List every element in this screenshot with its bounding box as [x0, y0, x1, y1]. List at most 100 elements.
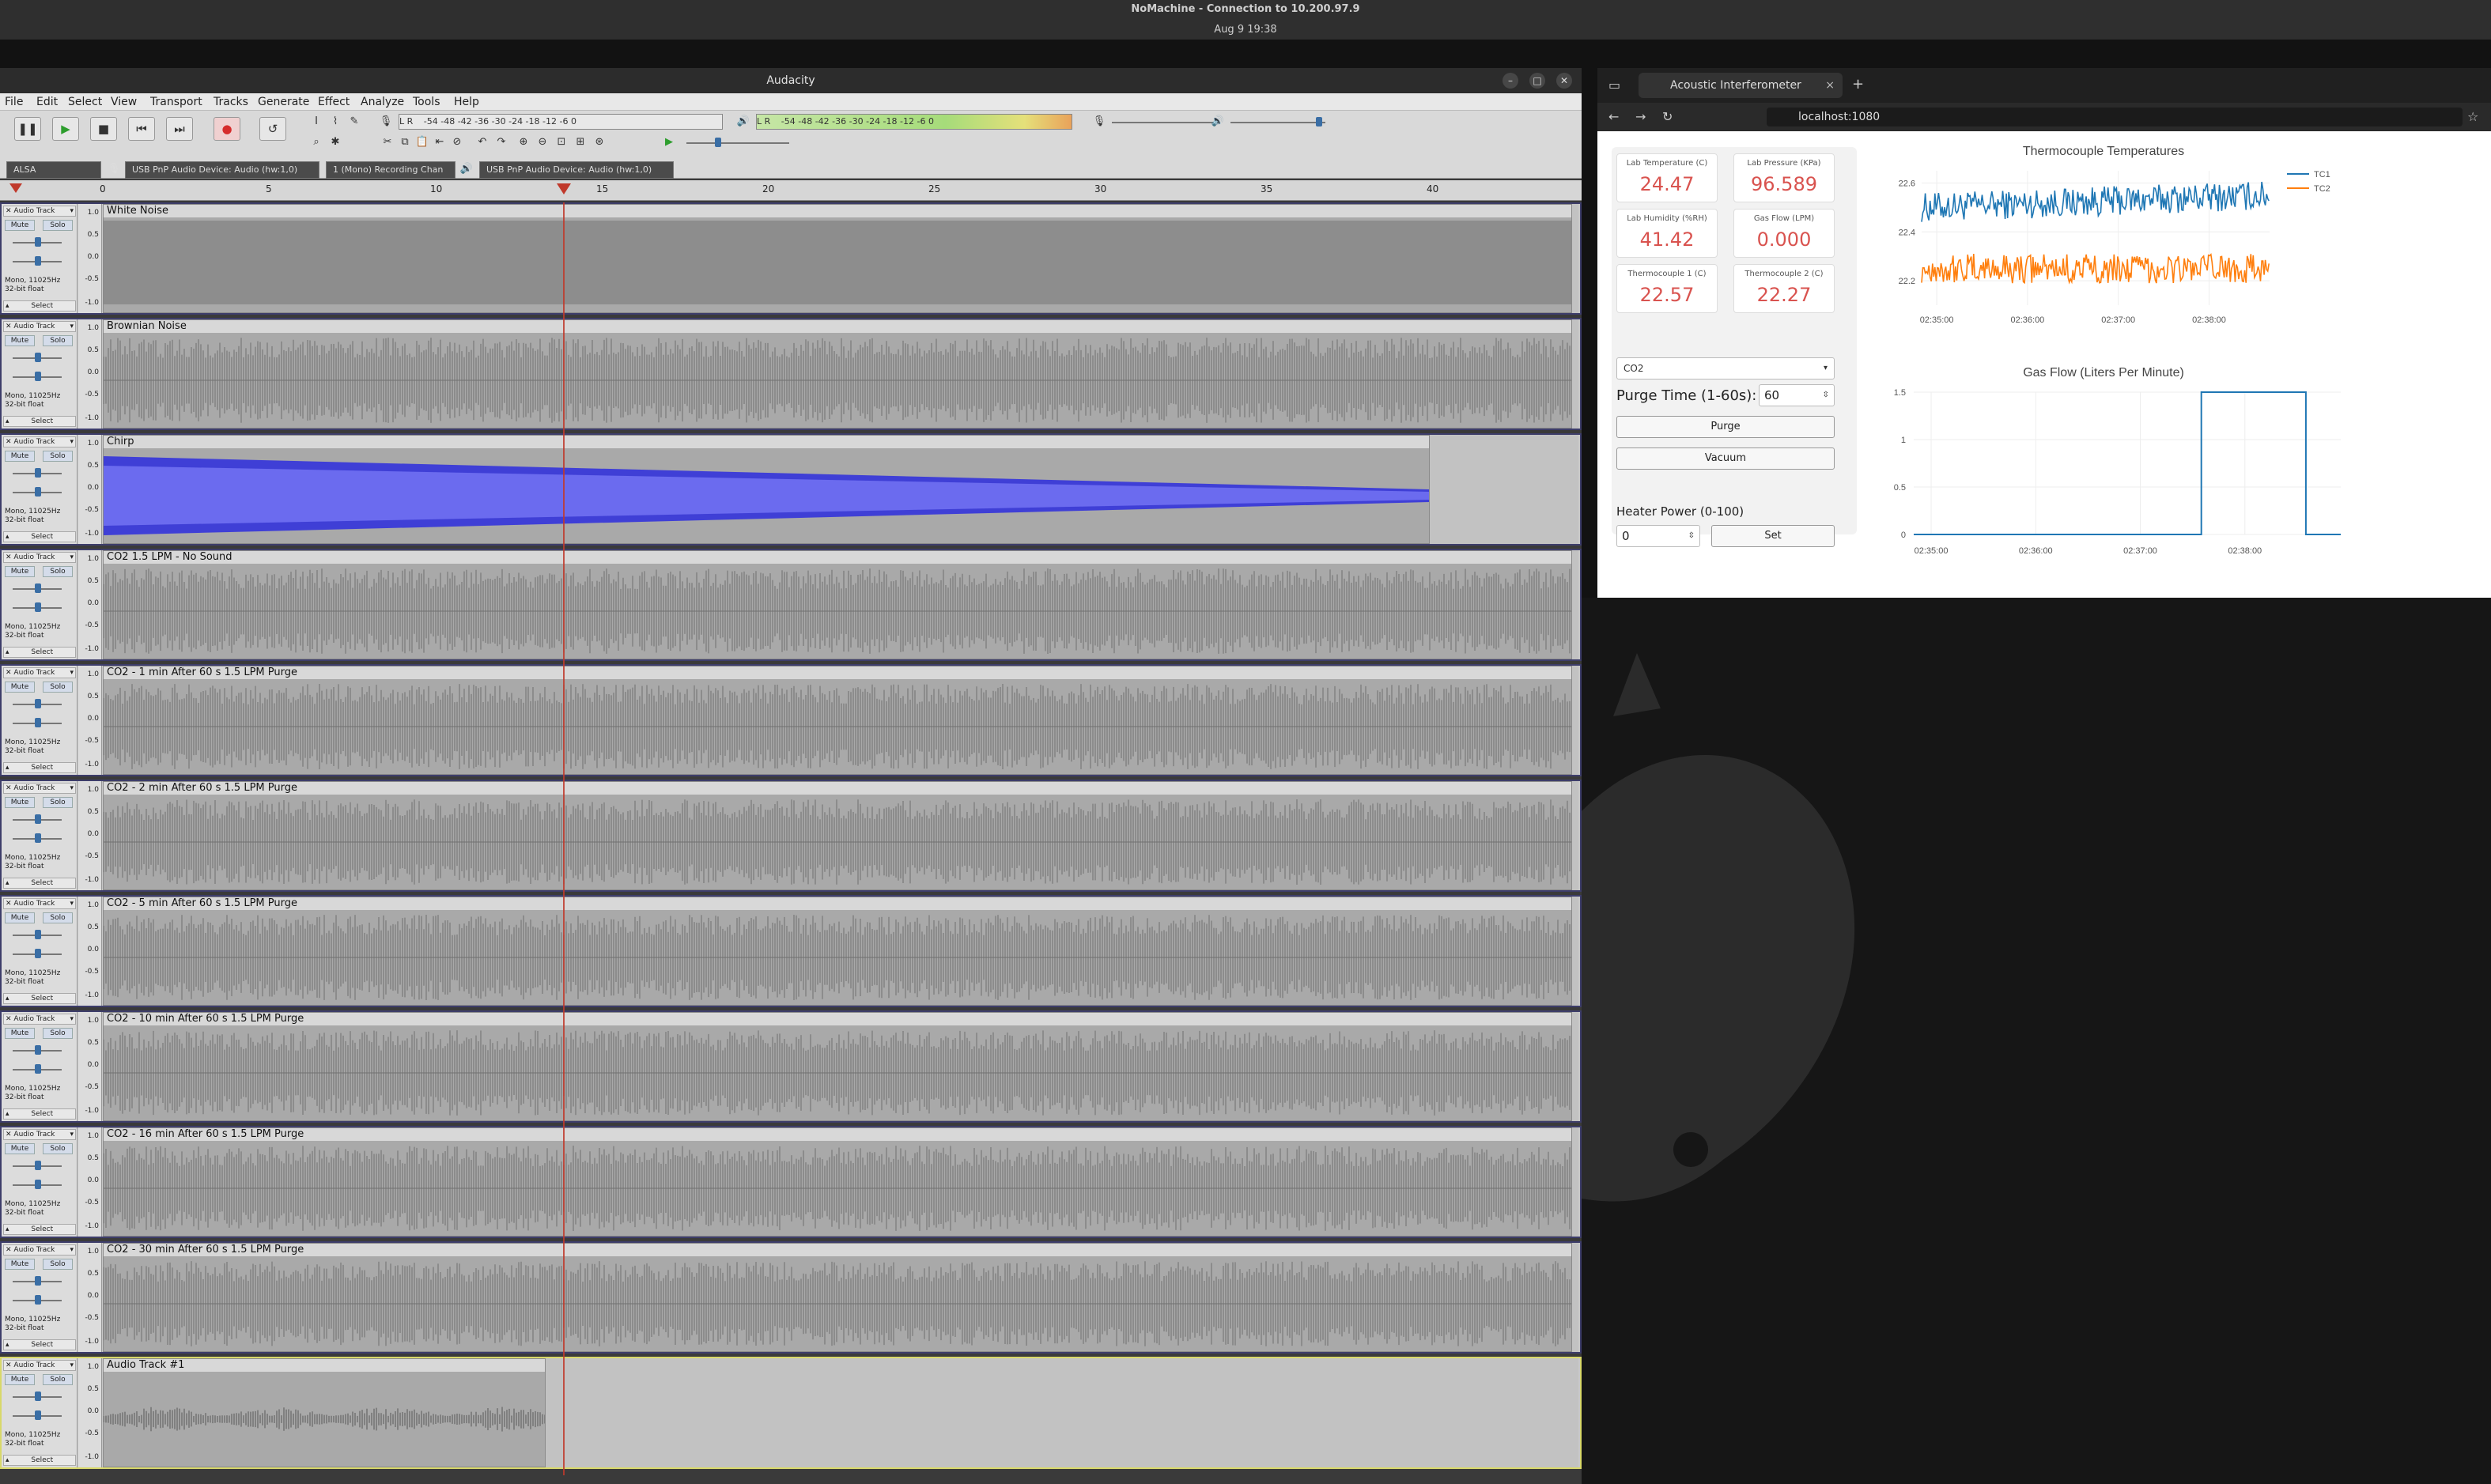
solo-button[interactable]: Solo [43, 1259, 73, 1270]
gain-knob[interactable] [35, 1276, 41, 1286]
close-icon[interactable]: ✕ [6, 323, 13, 330]
tab-close-icon[interactable]: × [1825, 73, 1835, 98]
record-button[interactable]: ● [214, 117, 240, 141]
close-icon[interactable]: ✕ [6, 207, 13, 215]
spinner-icon[interactable]: ⇳ [1688, 526, 1695, 546]
pan-knob[interactable] [35, 1410, 41, 1420]
track-menu-button[interactable]: ✕ Audio Track ▾ [3, 1360, 76, 1371]
zoom-out-icon[interactable]: ⊖ [535, 134, 550, 150]
playback-volume-knob[interactable] [1316, 117, 1322, 126]
track-menu-button[interactable]: ✕ Audio Track ▾ [3, 1244, 76, 1256]
zoom-in-icon[interactable]: ⊕ [516, 134, 531, 150]
menu-edit[interactable]: Edit [36, 96, 58, 108]
collapse-icon[interactable]: ▴ [6, 648, 9, 657]
pan-knob[interactable] [35, 1064, 41, 1074]
gain-knob[interactable] [35, 1161, 41, 1170]
collapse-icon[interactable]: ▴ [6, 878, 9, 888]
play-at-speed-knob[interactable] [715, 138, 721, 147]
menu-effect[interactable]: Effect [318, 96, 350, 108]
gas-select[interactable]: CO2 ▾ [1616, 357, 1835, 379]
close-icon[interactable]: ✕ [6, 553, 13, 561]
recording-volume-slider[interactable] [1112, 122, 1215, 123]
audio-track[interactable]: ✕ Audio Track ▾ Mute Solo Mono, 11025Hz 32-b… [0, 1126, 1582, 1238]
amplitude-scale[interactable]: 1.0 0.5 0.0 -0.5 -1.0 [78, 435, 102, 544]
close-icon[interactable]: ✕ [6, 1131, 13, 1138]
menu-help[interactable]: Help [454, 96, 479, 108]
pan-knob[interactable] [35, 1180, 41, 1189]
amplitude-scale[interactable]: 1.0 0.5 0.0 -0.5 -1.0 [78, 666, 102, 775]
audio-clip[interactable]: CO2 - 1 min After 60 s 1.5 LPM Purge [103, 666, 1572, 775]
pan-knob[interactable] [35, 487, 41, 497]
track-select-button[interactable]: ▴ Select [3, 647, 76, 658]
gain-knob[interactable] [35, 237, 41, 247]
zoom-toggle-icon[interactable]: ⊛ [592, 134, 607, 150]
waveform-area[interactable]: CO2 1.5 LPM - No Sound [103, 550, 1578, 659]
pan-knob[interactable] [35, 833, 41, 843]
multi-tool-icon[interactable]: ✱ [327, 134, 343, 150]
solo-button[interactable]: Solo [43, 797, 73, 808]
track-menu-button[interactable]: ✕ Audio Track ▾ [3, 898, 76, 909]
collapse-icon[interactable]: ▴ [6, 1109, 9, 1119]
collapse-icon[interactable]: ▴ [6, 532, 9, 542]
playhead-marker-icon[interactable] [557, 183, 571, 194]
skip-to-start-button[interactable]: ⏮ [128, 117, 155, 141]
amplitude-scale[interactable]: 1.0 0.5 0.0 -0.5 -1.0 [78, 319, 102, 429]
clip-name[interactable]: CO2 - 30 min After 60 s 1.5 LPM Purge [104, 1244, 1571, 1256]
playback-device-select[interactable]: USB PnP Audio Device: Audio (hw:1,0) [479, 161, 674, 179]
menu-tools[interactable]: Tools [413, 96, 440, 108]
track-select-button[interactable]: ▴ Select [3, 300, 76, 312]
gain-knob[interactable] [35, 468, 41, 478]
paste-icon[interactable]: 📋 [414, 134, 430, 150]
selection-tool-icon[interactable]: I [308, 114, 324, 130]
purge-button[interactable]: Purge [1616, 416, 1835, 438]
waveform-area[interactable]: CO2 - 1 min After 60 s 1.5 LPM Purge [103, 666, 1578, 775]
gain-knob[interactable] [35, 699, 41, 708]
solo-button[interactable]: Solo [43, 1374, 73, 1385]
waveform-area[interactable]: CO2 - 2 min After 60 s 1.5 LPM Purge [103, 781, 1578, 890]
audio-clip[interactable]: CO2 - 30 min After 60 s 1.5 LPM Purge [103, 1243, 1572, 1352]
track-select-button[interactable]: ▴ Select [3, 993, 76, 1004]
loop-button[interactable]: ↺ [259, 117, 286, 141]
fit-project-icon[interactable]: ⊞ [573, 134, 588, 150]
play-button[interactable]: ▶ [52, 117, 79, 141]
waveform-area[interactable]: CO2 - 5 min After 60 s 1.5 LPM Purge [103, 897, 1578, 1006]
solo-button[interactable]: Solo [43, 335, 73, 346]
track-select-button[interactable]: ▴ Select [3, 1339, 76, 1350]
audio-clip[interactable]: Brownian Noise [103, 319, 1572, 429]
solo-button[interactable]: Solo [43, 451, 73, 462]
collapse-icon[interactable]: ▴ [6, 1456, 9, 1465]
vacuum-button[interactable]: Vacuum [1616, 447, 1835, 470]
address-bar[interactable]: localhost:1080 [1767, 108, 2463, 126]
menu-generate[interactable]: Generate [258, 96, 309, 108]
audio-track[interactable]: ✕ Audio Track ▾ Mute Solo Mono, 11025Hz 32-b… [0, 1357, 1582, 1469]
pan-knob[interactable] [35, 256, 41, 266]
mute-button[interactable]: Mute [5, 1374, 35, 1385]
track-menu-button[interactable]: ✕ Audio Track ▾ [3, 206, 76, 217]
redo-icon[interactable]: ↷ [493, 134, 509, 150]
solo-button[interactable]: Solo [43, 1028, 73, 1039]
clip-name[interactable]: CO2 - 16 min After 60 s 1.5 LPM Purge [104, 1128, 1571, 1141]
pan-knob[interactable] [35, 602, 41, 612]
clip-name[interactable]: White Noise [104, 205, 1571, 217]
amplitude-scale[interactable]: 1.0 0.5 0.0 -0.5 -1.0 [78, 204, 102, 313]
close-button[interactable]: ✕ [1556, 73, 1572, 89]
track-menu-button[interactable]: ✕ Audio Track ▾ [3, 321, 76, 332]
clip-name[interactable]: CO2 - 5 min After 60 s 1.5 LPM Purge [104, 897, 1571, 910]
close-icon[interactable]: ✕ [6, 784, 13, 792]
solo-button[interactable]: Solo [43, 220, 73, 231]
gain-knob[interactable] [35, 1391, 41, 1401]
mute-button[interactable]: Mute [5, 566, 35, 577]
browser-tab[interactable]: Acoustic Interferometer × [1639, 73, 1843, 98]
track-select-button[interactable]: ▴ Select [3, 878, 76, 889]
close-icon[interactable]: ✕ [6, 900, 13, 908]
audio-track[interactable]: ✕ Audio Track ▾ Mute Solo Mono, 11025Hz 32-b… [0, 549, 1582, 661]
maximize-button[interactable]: □ [1529, 73, 1545, 89]
gain-knob[interactable] [35, 353, 41, 362]
minimize-button[interactable]: – [1503, 73, 1518, 89]
ruler-play-head-icon[interactable] [9, 183, 22, 193]
bookmark-star-icon[interactable]: ☆ [2467, 109, 2478, 124]
new-tab-button[interactable]: + [1852, 76, 1864, 93]
amplitude-scale[interactable]: 1.0 0.5 0.0 -0.5 -1.0 [78, 1127, 102, 1237]
collapse-icon[interactable]: ▴ [6, 763, 9, 772]
pan-knob[interactable] [35, 949, 41, 958]
